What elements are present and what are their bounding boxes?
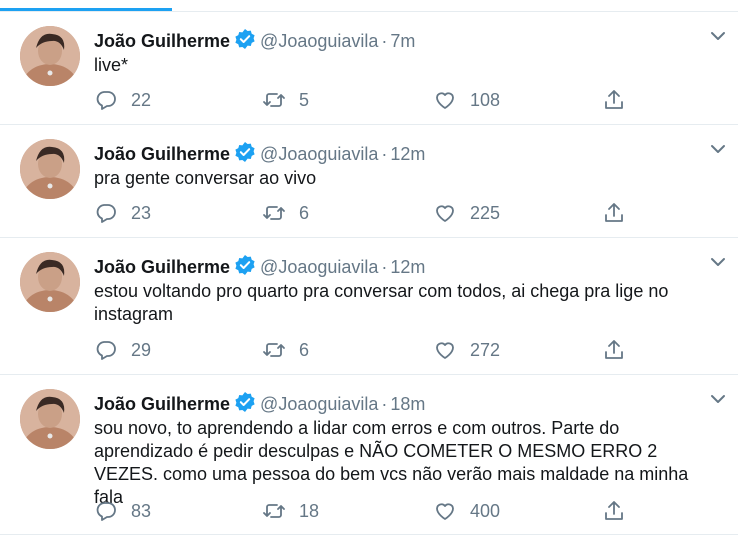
tweet-feed: João Guilherme @Joaoguiavila · 7m live* 22 …: [0, 12, 738, 535]
timestamp[interactable]: 7m: [390, 31, 415, 51]
reply-icon: [94, 201, 118, 225]
retweet-count: 18: [299, 500, 320, 521]
reply-button[interactable]: 29: [94, 338, 151, 362]
user-handle[interactable]: @Joaoguiavila: [260, 257, 378, 277]
timestamp[interactable]: 12m: [390, 144, 425, 164]
share-icon: [602, 499, 626, 523]
heart-icon: [433, 88, 457, 112]
separator-dot: ·: [381, 394, 388, 414]
reply-button[interactable]: 22: [94, 88, 151, 112]
tweet-header: João Guilherme @Joaoguiavila · 12m: [94, 254, 698, 277]
retweet-count: 6: [299, 202, 310, 223]
separator-dot: ·: [381, 31, 388, 51]
chevron-down-icon[interactable]: [708, 389, 728, 409]
tweet-actions: 23 6 225: [94, 201, 718, 225]
avatar[interactable]: [20, 139, 80, 199]
display-name[interactable]: João Guilherme: [94, 257, 230, 277]
tweet-text: estou voltando pro quarto pra conversar …: [94, 281, 669, 324]
separator-dot: ·: [381, 257, 388, 277]
retweet-button[interactable]: 6: [262, 201, 309, 225]
like-count: 272: [470, 339, 501, 360]
reply-button[interactable]: 83: [94, 499, 151, 523]
verified-badge-icon: [234, 141, 256, 168]
avatar[interactable]: [20, 389, 80, 449]
reply-count: 23: [131, 202, 152, 223]
timestamp[interactable]: 18m: [390, 394, 425, 414]
like-button[interactable]: 272: [433, 338, 500, 362]
reply-icon: [94, 499, 118, 523]
retweet-count: 5: [299, 89, 310, 110]
verified-badge-icon: [234, 391, 256, 418]
share-button[interactable]: [602, 338, 626, 362]
share-button[interactable]: [602, 499, 626, 523]
like-button[interactable]: 225: [433, 201, 500, 225]
separator-dot: ·: [381, 144, 388, 164]
avatar[interactable]: [20, 26, 80, 86]
tweet[interactable]: João Guilherme @Joaoguiavila · 7m live* 22 …: [0, 12, 738, 125]
tweet[interactable]: João Guilherme @Joaoguiavila · 12m estou vo…: [0, 238, 738, 375]
tweet-actions: 22 5 108: [94, 88, 718, 112]
like-button[interactable]: 108: [433, 88, 500, 112]
reply-icon: [94, 88, 118, 112]
chevron-down-icon[interactable]: [708, 252, 728, 272]
tweet[interactable]: João Guilherme @Joaoguiavila · 18m sou novo…: [0, 375, 738, 535]
retweet-count: 6: [299, 339, 310, 360]
display-name[interactable]: João Guilherme: [94, 144, 230, 164]
user-handle[interactable]: @Joaoguiavila: [260, 144, 378, 164]
tweet-header: João Guilherme @Joaoguiavila · 18m: [94, 391, 698, 414]
tweet-text: sou novo, to aprendendo a lidar com erro…: [94, 418, 689, 507]
retweet-button[interactable]: 5: [262, 88, 309, 112]
tweet[interactable]: João Guilherme @Joaoguiavila · 12m pra gent…: [0, 125, 738, 238]
reply-count: 83: [131, 500, 152, 521]
chevron-down-icon[interactable]: [708, 26, 728, 46]
heart-icon: [433, 201, 457, 225]
display-name[interactable]: João Guilherme: [94, 31, 230, 51]
timeline-top-bar: [0, 0, 738, 12]
tweet-actions: 29 6 272: [94, 338, 718, 362]
reply-button[interactable]: 23: [94, 201, 151, 225]
tweet-actions: 83 18 400: [94, 499, 718, 523]
heart-icon: [433, 338, 457, 362]
reply-count: 29: [131, 339, 152, 360]
user-handle[interactable]: @Joaoguiavila: [260, 394, 378, 414]
share-icon: [602, 338, 626, 362]
user-handle[interactable]: @Joaoguiavila: [260, 31, 378, 51]
retweet-button[interactable]: 6: [262, 338, 309, 362]
retweet-icon: [262, 88, 286, 112]
retweet-icon: [262, 201, 286, 225]
retweet-icon: [262, 338, 286, 362]
like-count: 108: [470, 89, 501, 110]
display-name[interactable]: João Guilherme: [94, 394, 230, 414]
verified-badge-icon: [234, 28, 256, 55]
timestamp[interactable]: 12m: [390, 257, 425, 277]
share-button[interactable]: [602, 88, 626, 112]
avatar[interactable]: [20, 252, 80, 312]
chevron-down-icon[interactable]: [708, 139, 728, 159]
reply-count: 22: [131, 89, 152, 110]
verified-badge-icon: [234, 254, 256, 281]
tweet-header: João Guilherme @Joaoguiavila · 7m: [94, 28, 698, 51]
tweet-text: live*: [94, 55, 129, 75]
like-count: 225: [470, 202, 501, 223]
share-button[interactable]: [602, 201, 626, 225]
retweet-button[interactable]: 18: [262, 499, 319, 523]
heart-icon: [433, 499, 457, 523]
like-button[interactable]: 400: [433, 499, 500, 523]
share-icon: [602, 88, 626, 112]
reply-icon: [94, 338, 118, 362]
like-count: 400: [470, 500, 501, 521]
active-tab-indicator: [0, 8, 172, 11]
tweet-header: João Guilherme @Joaoguiavila · 12m: [94, 141, 698, 164]
share-icon: [602, 201, 626, 225]
retweet-icon: [262, 499, 286, 523]
tweet-text: pra gente conversar ao vivo: [94, 168, 317, 188]
